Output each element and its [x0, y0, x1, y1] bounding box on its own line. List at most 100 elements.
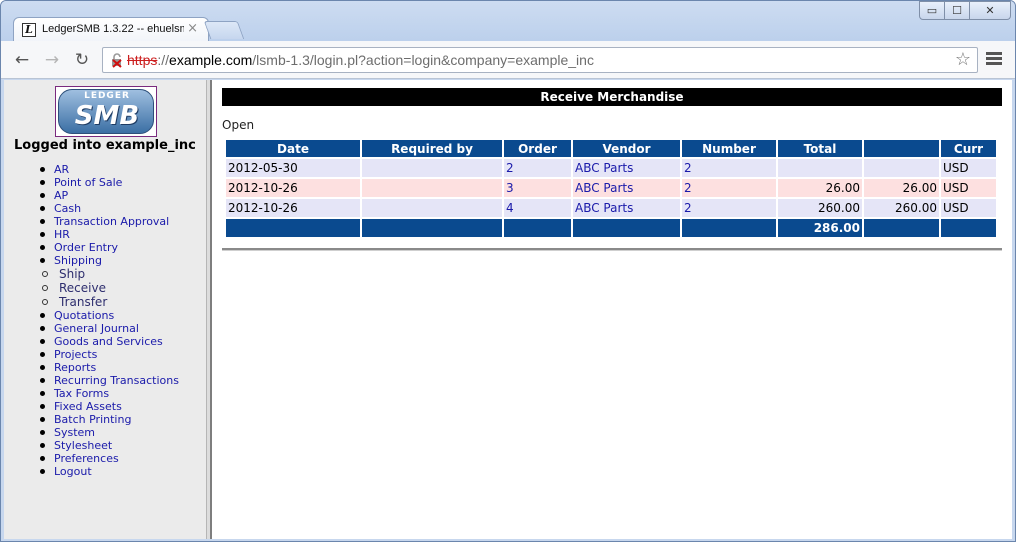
order-link[interactable]: 3	[506, 181, 514, 195]
tab-close-icon[interactable]: ×	[187, 21, 198, 37]
back-arrow-icon[interactable]: ←	[11, 49, 33, 71]
logo-main-text: SMB	[74, 101, 140, 131]
menu-item-quotations[interactable]: Quotations	[4, 309, 179, 322]
menu-item-hr[interactable]: HR	[4, 228, 179, 241]
number-link[interactable]: 2	[684, 181, 692, 195]
vendor-link[interactable]: ABC Parts	[575, 181, 633, 195]
submenu-link[interactable]: Ship	[59, 267, 85, 281]
menu-item-logout[interactable]: Logout	[4, 465, 179, 478]
cell-date: 2012-10-26	[226, 179, 360, 197]
menu-item-goods-and-services[interactable]: Goods and Services	[4, 335, 179, 348]
menu-link[interactable]: Stylesheet	[54, 439, 112, 452]
menu-link[interactable]: Projects	[54, 348, 97, 361]
url-host: example.com	[169, 52, 253, 68]
cell-vendor: ABC Parts	[573, 199, 680, 217]
column-header-number[interactable]: Number	[682, 140, 776, 157]
browser-menu-icon[interactable]	[986, 52, 1002, 66]
cell-order: 2	[504, 159, 571, 177]
cell-required-by	[362, 159, 502, 177]
menu-item-ar[interactable]: AR	[4, 163, 179, 176]
column-header-order[interactable]: Order	[504, 140, 571, 157]
vendor-link[interactable]: ABC Parts	[575, 201, 633, 215]
number-link[interactable]: 2	[684, 161, 692, 175]
url-scheme: https	[127, 52, 158, 68]
menu-link[interactable]: Shipping	[54, 254, 102, 267]
menu-item-reports[interactable]: Reports	[4, 361, 179, 374]
cell-order: 3	[504, 179, 571, 197]
menu-link[interactable]: Point of Sale	[54, 176, 122, 189]
table-row: 2012-05-30 2 ABC Parts 2 USD	[226, 159, 996, 177]
submenu-item-transfer[interactable]: Transfer	[4, 295, 179, 309]
address-bar[interactable]: https://example.com/lsmb-1.3/login.pl?ac…	[102, 47, 978, 73]
menu-link[interactable]: Transaction Approval	[54, 215, 169, 228]
footer-total: 286.00	[778, 219, 862, 237]
menu-item-cash[interactable]: Cash	[4, 202, 179, 215]
menu-link[interactable]: Cash	[54, 202, 81, 215]
menu-link[interactable]: Order Entry	[54, 241, 118, 254]
menu-link[interactable]: Quotations	[54, 309, 114, 322]
number-link[interactable]: 2	[684, 201, 692, 215]
menu-link[interactable]: Reports	[54, 361, 96, 374]
forward-arrow-icon[interactable]: →	[41, 49, 63, 71]
window-maximize-button[interactable]: ☐	[944, 1, 970, 20]
cell-total: 260.00	[778, 199, 862, 217]
submenu-link[interactable]: Receive	[59, 281, 106, 295]
menu-item-projects[interactable]: Projects	[4, 348, 179, 361]
table-footer-row: 286.00	[226, 219, 996, 237]
menu-item-order-entry[interactable]: Order Entry	[4, 241, 179, 254]
menu-item-tax-forms[interactable]: Tax Forms	[4, 387, 179, 400]
page-title: Receive Merchandise	[222, 88, 1002, 106]
browser-window: L LedgerSMB 1.3.22 -- ehuelsm × ▭ ☐ ✕ ← …	[0, 0, 1016, 542]
window-close-button[interactable]: ✕	[969, 1, 1011, 20]
menu-item-general-journal[interactable]: General Journal	[4, 322, 179, 335]
status-label: Open	[222, 118, 255, 132]
menu-link[interactable]: General Journal	[54, 322, 139, 335]
menu-item-transaction-approval[interactable]: Transaction Approval	[4, 215, 179, 228]
menu-link[interactable]: Preferences	[54, 452, 119, 465]
menu-link[interactable]: Logout	[54, 465, 92, 478]
submenu-item-ship[interactable]: Ship	[4, 267, 179, 281]
menu-item-ap[interactable]: AP	[4, 189, 179, 202]
menu-link[interactable]: Recurring Transactions	[54, 374, 179, 387]
menu-link[interactable]: System	[54, 426, 95, 439]
reload-icon[interactable]: ↻	[71, 49, 93, 71]
vendor-link[interactable]: ABC Parts	[575, 161, 633, 175]
url-path: /lsmb-1.3/login.pl?action=login&company=…	[252, 52, 594, 68]
browser-tab[interactable]: L LedgerSMB 1.3.22 -- ehuelsm ×	[13, 17, 209, 42]
menu-item-batch-printing[interactable]: Batch Printing	[4, 413, 179, 426]
page-viewport: LEDGER SMB Logged into example_inc AR Po…	[4, 80, 1012, 539]
url-separator: ://	[157, 52, 170, 68]
menu-link[interactable]: HR	[54, 228, 70, 241]
menu-item-stylesheet[interactable]: Stylesheet	[4, 439, 179, 452]
menu-link[interactable]: Batch Printing	[54, 413, 131, 426]
bookmark-star-icon[interactable]: ☆	[955, 50, 971, 70]
menu-item-fixed-assets[interactable]: Fixed Assets	[4, 400, 179, 413]
column-header-curr[interactable]: Curr	[941, 140, 996, 157]
column-header-required-by[interactable]: Required by	[362, 140, 502, 157]
footer-cell	[362, 219, 502, 237]
cell-curr: USD	[941, 199, 996, 217]
menu-item-system[interactable]: System	[4, 426, 179, 439]
frame-divider[interactable]	[206, 80, 212, 539]
menu-link[interactable]: Tax Forms	[54, 387, 109, 400]
cell-number: 2	[682, 159, 776, 177]
menu-link[interactable]: Fixed Assets	[54, 400, 122, 413]
menu-link[interactable]: AR	[54, 163, 69, 176]
ledgersmb-logo: LEDGER SMB	[55, 86, 157, 137]
menu-item-recurring-transactions[interactable]: Recurring Transactions	[4, 374, 179, 387]
menu-link[interactable]: Goods and Services	[54, 335, 163, 348]
menu-item-preferences[interactable]: Preferences	[4, 452, 179, 465]
submenu-item-receive[interactable]: Receive	[4, 281, 179, 295]
column-header-vendor[interactable]: Vendor	[573, 140, 680, 157]
column-header-total[interactable]: Total	[778, 140, 862, 157]
column-header-date[interactable]: Date	[226, 140, 360, 157]
submenu-link[interactable]: Transfer	[59, 295, 107, 309]
menu-item-shipping[interactable]: Shipping	[4, 254, 179, 267]
cell-order: 4	[504, 199, 571, 217]
menu-link[interactable]: AP	[54, 189, 68, 202]
order-link[interactable]: 4	[506, 201, 514, 215]
order-link[interactable]: 2	[506, 161, 514, 175]
window-minimize-button[interactable]: ▭	[919, 1, 945, 20]
new-tab-button[interactable]	[203, 21, 245, 39]
menu-item-point-of-sale[interactable]: Point of Sale	[4, 176, 179, 189]
